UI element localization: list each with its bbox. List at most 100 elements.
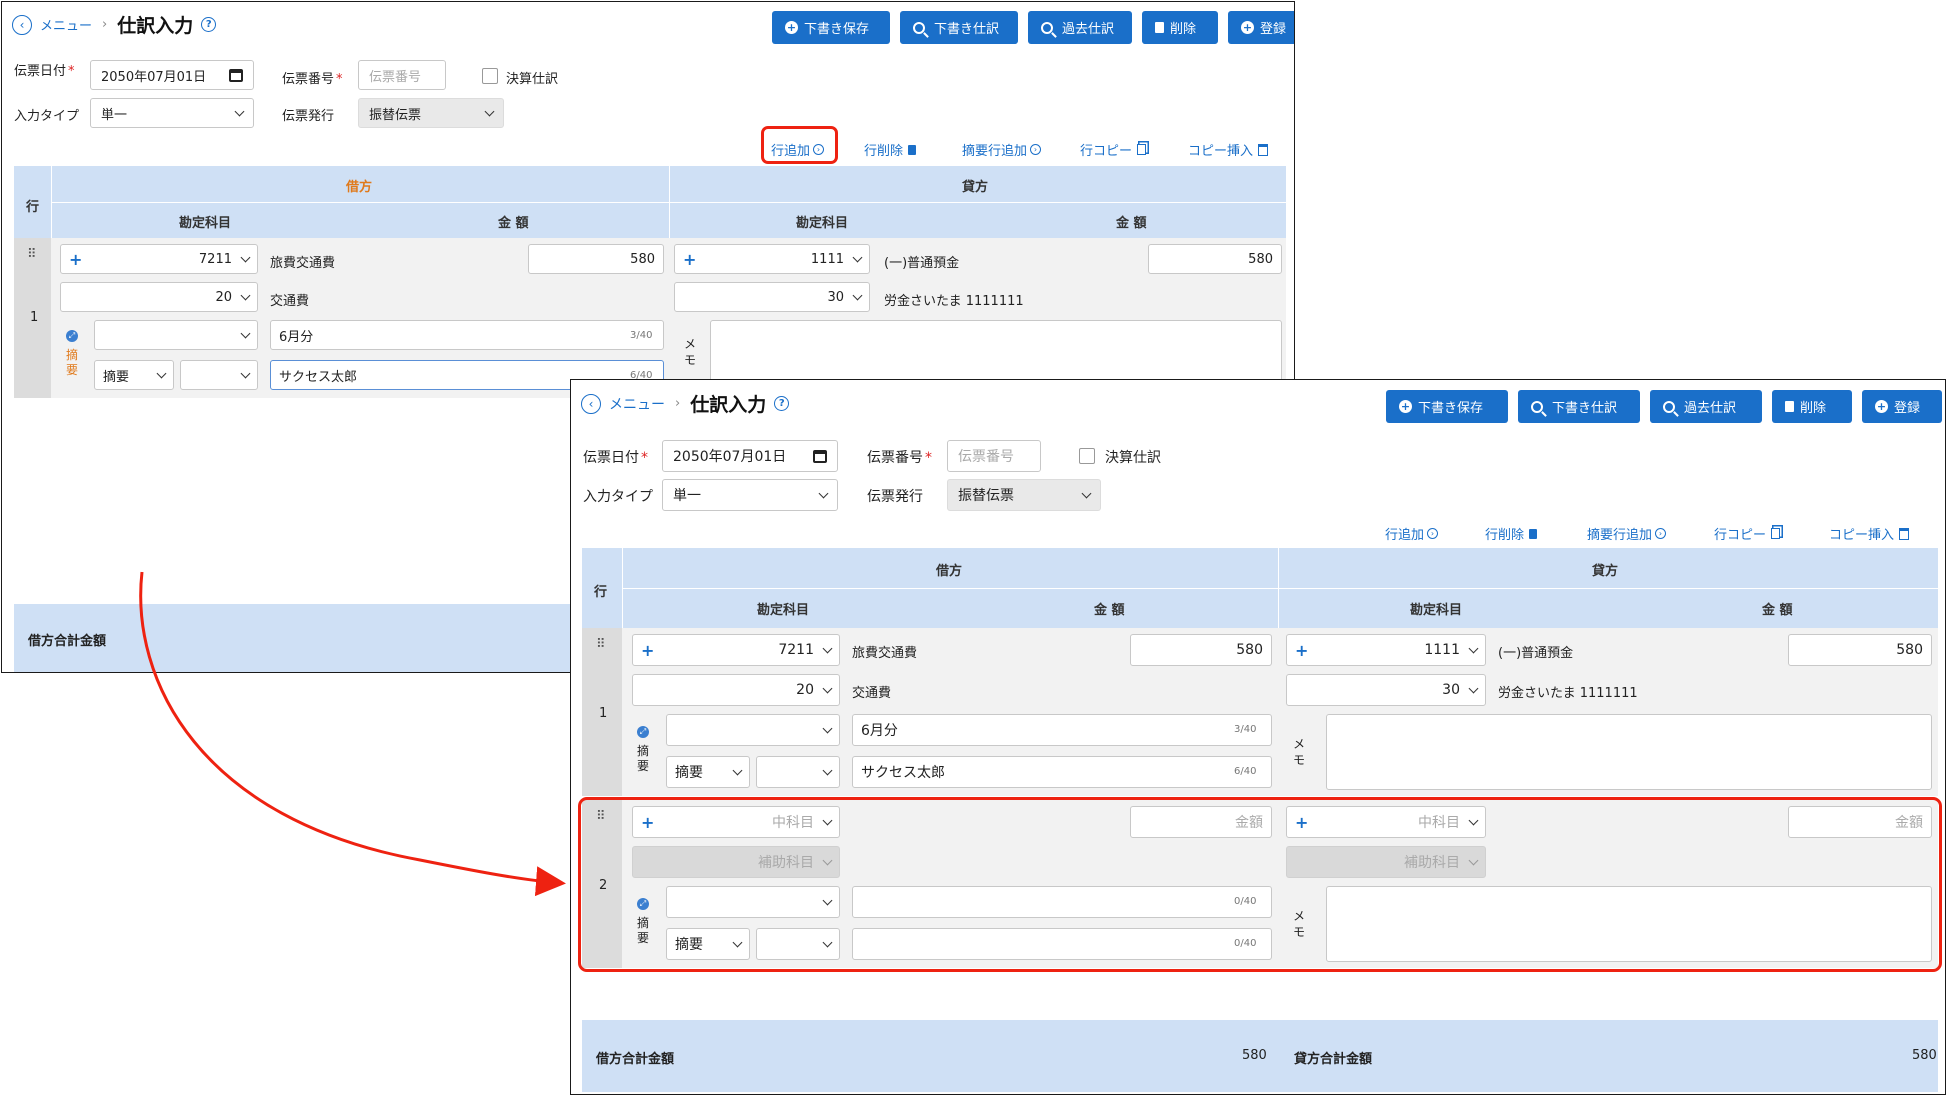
chevron-down-icon [1468, 643, 1479, 653]
input-type-select[interactable]: 単一 [662, 479, 838, 511]
save-draft-button[interactable]: + 下書き保存 [772, 11, 890, 44]
chevron-down-icon [852, 252, 863, 262]
expand-icon[interactable]: ⤢ [66, 330, 78, 342]
number-label: 伝票番号 * [867, 450, 932, 466]
summary-type-select[interactable]: 摘要 [666, 756, 750, 788]
add-summary-row-action[interactable]: 摘要行追加 › [962, 140, 1042, 159]
totals-footer: 借方合計金額 580 貸方合計金額 580 [582, 1020, 1938, 1092]
input-type-select[interactable]: 単一 [90, 98, 254, 128]
summary-type-select[interactable]: 摘要 [94, 360, 174, 390]
calendar-icon[interactable] [229, 68, 243, 82]
credit-amount-input[interactable]: 580 [1148, 244, 1282, 274]
date-input[interactable]: 2050年07月01日 [662, 440, 838, 472]
draft-journal-button[interactable]: 下書き仕訳 [1518, 390, 1640, 423]
delete-button[interactable]: 削除 [1772, 390, 1852, 423]
copy-row-action[interactable]: 行コピー [1080, 140, 1147, 159]
breadcrumb-chevron-icon: › [675, 396, 681, 411]
header-credit-account: 勘定科目 [796, 216, 849, 231]
header-row: 行 [26, 200, 40, 215]
delete-button[interactable]: 削除 [1142, 11, 1218, 44]
memo-textarea[interactable] [1326, 714, 1932, 790]
header-credit-account: 勘定科目 [1410, 603, 1463, 618]
row-number: 1 [30, 310, 39, 325]
past-journal-button[interactable]: 過去仕訳 [1028, 11, 1132, 44]
chevron-down-icon [852, 290, 863, 300]
delete-row-action[interactable]: 行削除 [864, 140, 917, 159]
debit-sub-select[interactable]: 20 [632, 674, 840, 706]
search-icon [1663, 400, 1675, 413]
chevron-right-circle-icon: › [1030, 144, 1042, 155]
back-icon[interactable]: ‹ [12, 14, 32, 35]
journal-row-1: ⠿ 1 +7211 旅費交通費 580 +1111 (一)普通預金 580 20… [582, 628, 1938, 796]
copy-insert-action[interactable]: コピー挿入 [1829, 524, 1910, 543]
closing-checkbox[interactable] [482, 68, 498, 84]
add-summary-row-action[interactable]: 摘要行追加 › [1587, 524, 1667, 543]
delete-row-action[interactable]: 行削除 [1485, 524, 1538, 543]
credit-sub-select[interactable]: 30 [674, 282, 870, 312]
chevron-down-icon [234, 106, 245, 116]
credit-sub-select[interactable]: 30 [1286, 674, 1486, 706]
add-row-action[interactable]: 行追加 › [1385, 524, 1439, 543]
summary-sub-select[interactable] [180, 360, 258, 390]
draft-journal-button[interactable]: 下書き仕訳 [900, 11, 1018, 44]
debit-sub-select[interactable]: 20 [60, 282, 258, 312]
summary1-count: 3/40 [1234, 724, 1257, 735]
copy-row-action[interactable]: 行コピー [1714, 524, 1781, 543]
number-input[interactable]: 伝票番号 [358, 60, 446, 90]
issue-label: 伝票発行 [867, 489, 923, 505]
date-input[interactable]: 2050年07月01日 [90, 60, 254, 90]
trash-icon [1785, 401, 1794, 412]
debit-account-select[interactable]: +7211 [632, 634, 840, 666]
help-icon[interactable]: ? [774, 396, 790, 411]
clipboard-icon [1899, 527, 1910, 540]
toolbar: + 下書き保存 下書き仕訳 過去仕訳 削除 + 登録 [1386, 390, 1942, 423]
header-debit-amount: 金 額 [498, 216, 529, 231]
plus-icon[interactable]: + [1295, 641, 1308, 660]
back-icon[interactable]: ‹ [581, 393, 601, 414]
summary1-input[interactable]: 6月分 [270, 320, 664, 350]
summary-sub-select[interactable] [756, 756, 840, 788]
debit-account-select[interactable]: +7211 [60, 244, 258, 274]
plus-icon[interactable]: + [683, 250, 696, 269]
menu-link[interactable]: メニュー [40, 15, 92, 34]
closing-checkbox[interactable] [1079, 448, 1095, 464]
copy-insert-action[interactable]: コピー挿入 [1188, 140, 1269, 159]
calendar-icon[interactable] [813, 449, 827, 463]
trash-icon [1529, 528, 1538, 539]
register-button[interactable]: + 登録 [1228, 11, 1294, 44]
plus-icon[interactable]: + [641, 641, 654, 660]
save-draft-button[interactable]: + 下書き保存 [1386, 390, 1508, 423]
chevron-down-icon [732, 765, 743, 775]
credit-account-select[interactable]: +1111 [674, 244, 870, 274]
chevron-down-icon [822, 723, 833, 733]
copy-icon [1771, 528, 1781, 539]
expand-icon[interactable]: ⤢ [637, 726, 649, 738]
drag-handle-icon[interactable]: ⠿ [27, 248, 37, 261]
summary1-input[interactable]: 6月分 [852, 714, 1272, 746]
debit-amount-input[interactable]: 580 [1130, 634, 1272, 666]
register-button[interactable]: + 登録 [1862, 390, 1942, 423]
search-icon [1531, 400, 1543, 413]
credit-amount-input[interactable]: 580 [1788, 634, 1932, 666]
plus-icon[interactable]: + [69, 250, 82, 269]
summary2-input[interactable]: サクセス太郎 [852, 756, 1272, 788]
number-input[interactable]: 伝票番号 [947, 440, 1041, 472]
highlight-add-row [761, 126, 838, 164]
trash-icon [908, 144, 917, 155]
debit-account-name: 旅費交通費 [852, 646, 918, 661]
page-header: ‹ メニュー › 仕訳入力 ? [581, 390, 790, 417]
help-icon[interactable]: ? [201, 17, 217, 32]
summary-code-select[interactable] [94, 320, 258, 350]
plus-circle-icon: + [785, 21, 798, 34]
toolbar: + 下書き保存 下書き仕訳 過去仕訳 削除 + 登録 [772, 11, 1294, 44]
date-label: 伝票日付 * [14, 64, 75, 79]
credit-account-select[interactable]: +1111 [1286, 634, 1486, 666]
breadcrumb-chevron-icon: › [102, 17, 108, 32]
debit-amount-input[interactable]: 580 [528, 244, 664, 274]
header-debit-account: 勘定科目 [757, 603, 810, 618]
past-journal-button[interactable]: 過去仕訳 [1650, 390, 1762, 423]
drag-handle-icon[interactable]: ⠿ [596, 638, 606, 651]
memo-label: メモ [1292, 737, 1305, 767]
summary-code-select[interactable] [666, 714, 840, 746]
menu-link[interactable]: メニュー [609, 394, 665, 414]
